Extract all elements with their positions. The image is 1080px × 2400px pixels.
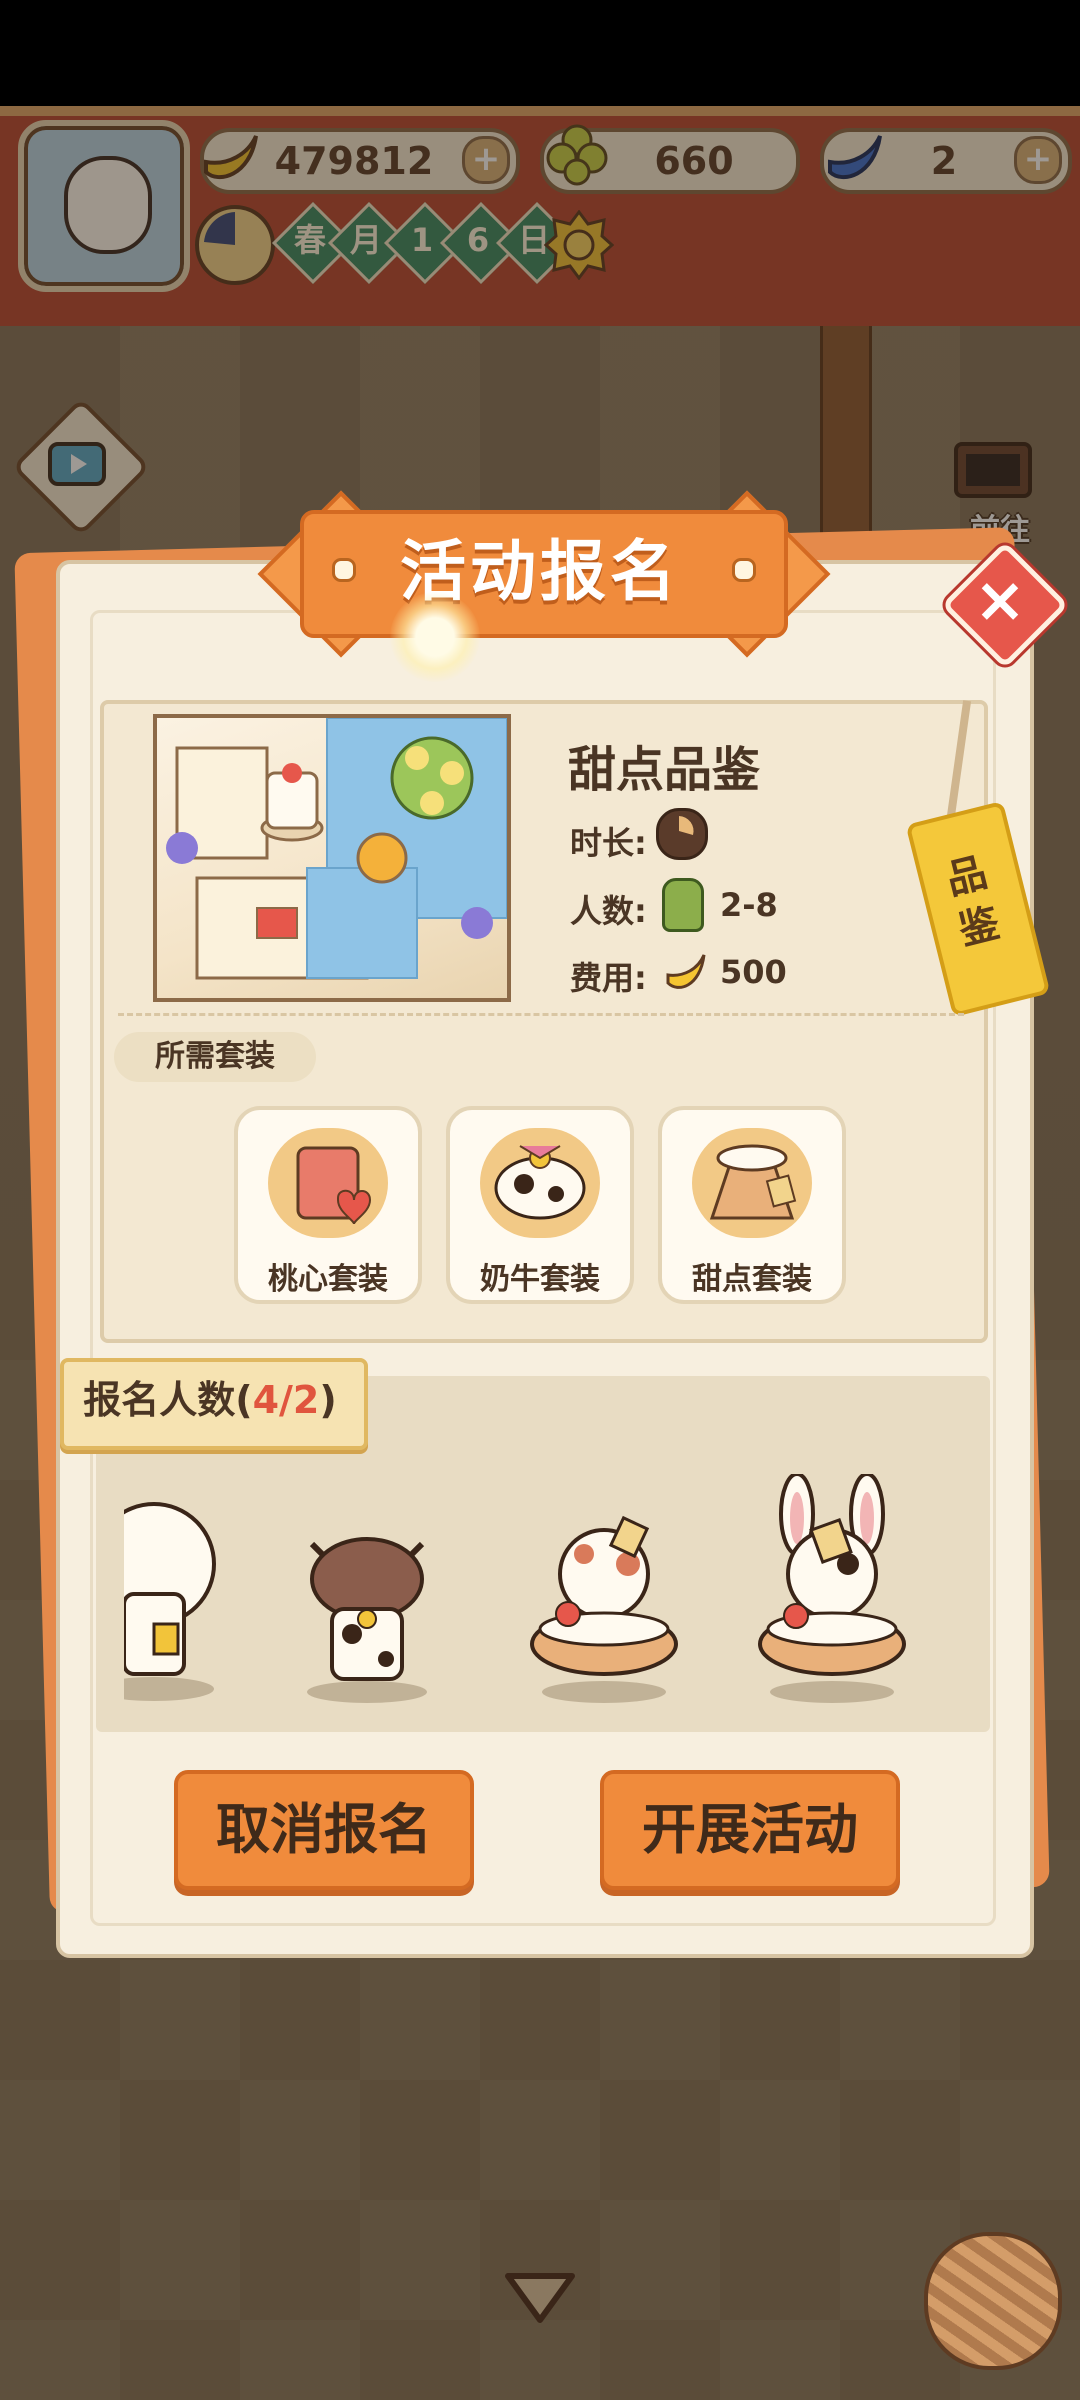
people-value: 2-8 — [720, 886, 778, 924]
player-character[interactable] — [124, 1474, 234, 1704]
people-label: 人数: — [570, 892, 647, 930]
dialog-title: 活动报名 — [400, 533, 680, 610]
person-icon — [662, 878, 704, 932]
yarn-ball-icon[interactable] — [924, 2232, 1062, 2370]
suit-name: 桃心套装 — [268, 1262, 388, 1297]
registration-count-label: 报名人数(4/2) — [60, 1358, 360, 1442]
cost-value: 500 — [720, 953, 787, 991]
required-suits-label: 所需套装 — [155, 1039, 275, 1074]
status-bar — [0, 0, 1080, 106]
start-activity-label: 开展活动 — [642, 1798, 858, 1861]
close-icon[interactable]: × — [960, 560, 1040, 640]
player-character[interactable] — [292, 1514, 442, 1708]
player-character[interactable] — [524, 1514, 684, 1708]
suit-card-dessert[interactable]: 甜点套装 — [658, 1106, 846, 1304]
sheep-character-icon — [124, 1502, 216, 1701]
duration-clock-icon — [656, 808, 708, 860]
cancel-signup-label: 取消报名 — [216, 1798, 432, 1861]
peach-heart-outfit-icon — [268, 1128, 388, 1238]
suit-card-cow[interactable]: 奶牛套装 — [446, 1106, 634, 1304]
sparkle-effect — [390, 592, 480, 682]
registration-count: 4/2 — [252, 1378, 320, 1422]
duration-label: 时长: — [570, 824, 647, 862]
banana-cost-icon — [666, 954, 706, 989]
cost-label: 费用: — [570, 959, 647, 997]
suit-name: 甜点套装 — [692, 1262, 812, 1297]
dessert-outfit-icon — [692, 1128, 812, 1238]
player-character[interactable] — [752, 1472, 912, 1708]
cow-character-icon — [307, 1537, 427, 1703]
cancel-signup-button[interactable]: 取消报名 — [174, 1770, 474, 1890]
registration-prefix: 报名人数( — [83, 1378, 253, 1422]
dessert-table-illustration — [166, 718, 507, 980]
registration-suffix: ) — [319, 1378, 337, 1422]
start-activity-button[interactable]: 开展活动 — [600, 1770, 900, 1890]
activity-illustration — [153, 714, 511, 1002]
activity-name: 甜点品鉴 — [568, 742, 761, 798]
collapse-arrow-icon[interactable] — [500, 2268, 580, 2328]
bunny-character-icon — [758, 1472, 906, 1703]
suit-name: 奶牛套装 — [480, 1262, 600, 1297]
dashed-divider — [118, 1013, 964, 1016]
suit-card-peach-heart[interactable]: 桃心套装 — [234, 1106, 422, 1304]
dessert-character-icon — [530, 1515, 678, 1703]
cow-outfit-icon — [480, 1128, 600, 1238]
